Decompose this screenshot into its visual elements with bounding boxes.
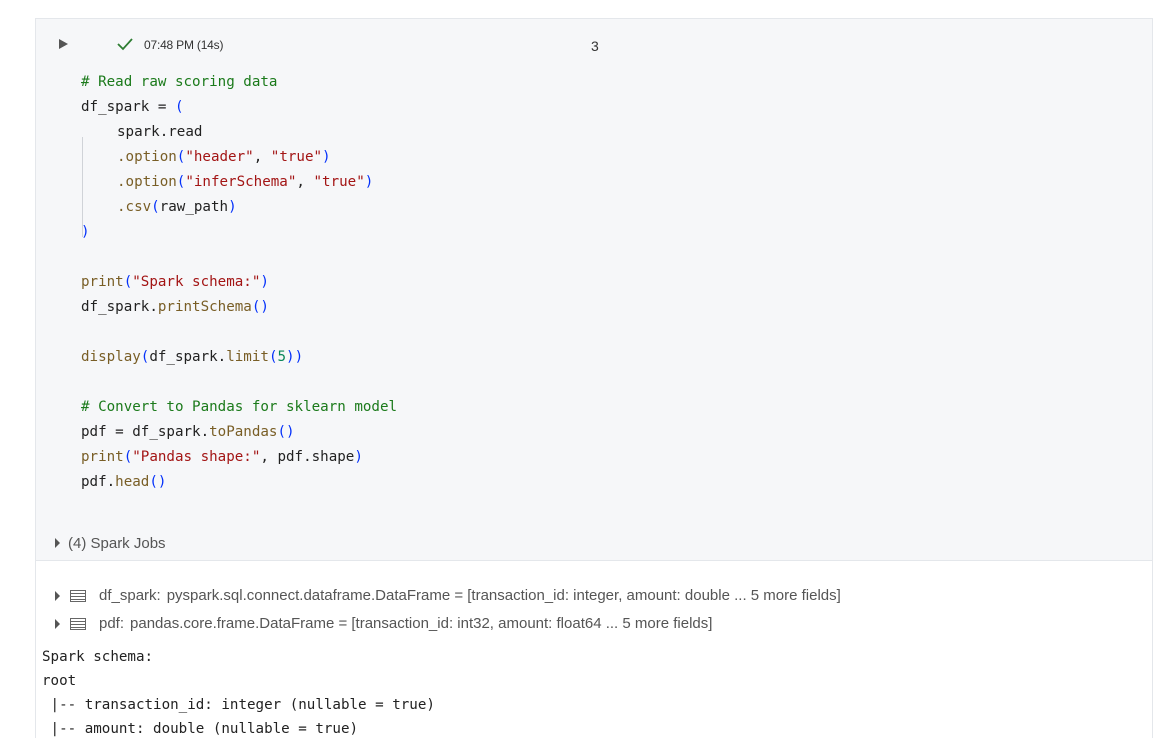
code-paren: ( — [174, 99, 184, 115]
code-string: "inferSchema" — [185, 174, 297, 190]
spark-jobs-label[interactable]: (4) Spark Jobs — [68, 535, 166, 552]
cell-output: df_spark: pyspark.sql.connect.dataframe.D… — [36, 561, 1152, 741]
stdout-line: root — [42, 673, 77, 689]
code-function: head — [115, 474, 150, 490]
caret-right-icon[interactable] — [55, 591, 60, 601]
cell-header: 07:48 PM (14s) 3 — [36, 19, 1152, 71]
code-line: .option("inferSchema", "true") — [81, 170, 397, 195]
code-line: df_spark.printSchema() — [81, 295, 397, 320]
code-token: , — [296, 174, 314, 190]
code-line: # Convert to Pandas for sklearn model — [81, 395, 397, 420]
code-paren: ) — [228, 199, 237, 215]
code-line: spark.read — [81, 120, 397, 145]
code-token: df_spark = — [81, 99, 175, 115]
code-paren: ) — [81, 224, 90, 240]
code-function: print — [81, 274, 124, 290]
code-line: .option("header", "true") — [81, 145, 397, 170]
code-line: display(df_spark.limit(5)) — [81, 345, 397, 370]
code-line: print("Pandas shape:", pdf.shape) — [81, 445, 397, 470]
code-token: spark.read — [117, 124, 203, 140]
code-line: # Read raw scoring data — [81, 70, 397, 95]
code-editor[interactable]: # Read raw scoring data df_spark = ( spa… — [81, 70, 397, 495]
code-paren: () — [277, 424, 295, 440]
code-string: "header" — [185, 149, 254, 165]
code-function: printSchema — [157, 299, 252, 315]
code-paren: () — [251, 299, 269, 315]
code-token: pdf. — [81, 474, 116, 490]
table-icon — [70, 590, 86, 602]
variable-name: pdf: — [99, 615, 125, 632]
play-icon[interactable] — [56, 37, 70, 51]
stdout-line: |-- transaction_id: integer (nullable = … — [42, 697, 435, 713]
variable-row-df-spark[interactable]: df_spark: pyspark.sql.connect.dataframe.D… — [36, 583, 1152, 609]
code-paren: ( — [123, 449, 133, 465]
code-string: "true" — [270, 149, 323, 165]
code-paren: ) — [286, 349, 295, 365]
code-function: print — [81, 449, 124, 465]
variable-row-pdf[interactable]: pdf: pandas.core.frame.DataFrame = [trans… — [36, 611, 1152, 637]
code-token: df_spark. — [81, 299, 158, 315]
variable-type: pyspark.sql.connect.dataframe.DataFrame … — [166, 587, 841, 604]
variable-type: pandas.core.frame.DataFrame = [transacti… — [130, 615, 713, 632]
code-token: df_spark. — [149, 349, 227, 365]
code-paren: ( — [151, 199, 160, 215]
table-icon — [70, 618, 86, 630]
code-paren: ( — [123, 274, 133, 290]
code-paren: ) — [322, 149, 331, 165]
code-line: print("Spark schema:") — [81, 270, 397, 295]
code-line: pdf = df_spark.toPandas() — [81, 420, 397, 445]
code-line: df_spark = ( — [81, 95, 397, 120]
notebook-cell: 07:48 PM (14s) 3 # Read raw scoring data… — [35, 18, 1153, 741]
code-token: , pdf.shape — [260, 449, 355, 465]
code-paren: ) — [260, 274, 269, 290]
check-icon — [117, 38, 133, 51]
caret-right-icon[interactable] — [55, 538, 60, 548]
stdout-output: Spark schema: root |-- transaction_id: i… — [42, 645, 435, 741]
code-number: 5 — [277, 349, 287, 365]
code-paren: () — [149, 474, 167, 490]
code-function: .option — [117, 149, 177, 165]
code-comment: # Read raw scoring data — [81, 74, 278, 90]
code-string: "Spark schema:" — [132, 274, 261, 290]
code-token: , — [253, 149, 271, 165]
code-paren: ) — [354, 449, 363, 465]
code-function: .csv — [117, 199, 152, 215]
code-token: raw_path — [159, 199, 229, 215]
stdout-line: |-- amount: double (nullable = true) — [42, 721, 359, 737]
code-function: limit — [226, 349, 269, 365]
cell-number: 3 — [591, 38, 599, 54]
stdout-line: Spark schema: — [42, 649, 154, 665]
cell-run-time: 07:48 PM (14s) — [144, 38, 224, 52]
code-function: .option — [117, 174, 177, 190]
caret-right-icon[interactable] — [55, 619, 60, 629]
code-line: pdf.head() — [81, 470, 397, 495]
code-line: ) — [81, 220, 397, 245]
variable-name: df_spark: — [99, 587, 161, 604]
code-paren: ) — [364, 174, 374, 190]
code-function: display — [81, 349, 141, 365]
code-line: .csv(raw_path) — [81, 195, 397, 220]
code-paren: ) — [294, 349, 304, 365]
code-string: "true" — [313, 174, 365, 190]
code-string: "Pandas shape:" — [132, 449, 261, 465]
code-function: toPandas — [209, 424, 278, 440]
code-comment: # Convert to Pandas for sklearn model — [81, 399, 398, 415]
code-token: pdf = df_spark. — [81, 424, 210, 440]
spark-jobs-toggle[interactable]: (4) Spark Jobs — [36, 528, 1152, 561]
variable-description: df_spark: pyspark.sql.connect.dataframe.D… — [99, 587, 841, 604]
variable-description: pdf: pandas.core.frame.DataFrame = [trans… — [99, 615, 712, 632]
